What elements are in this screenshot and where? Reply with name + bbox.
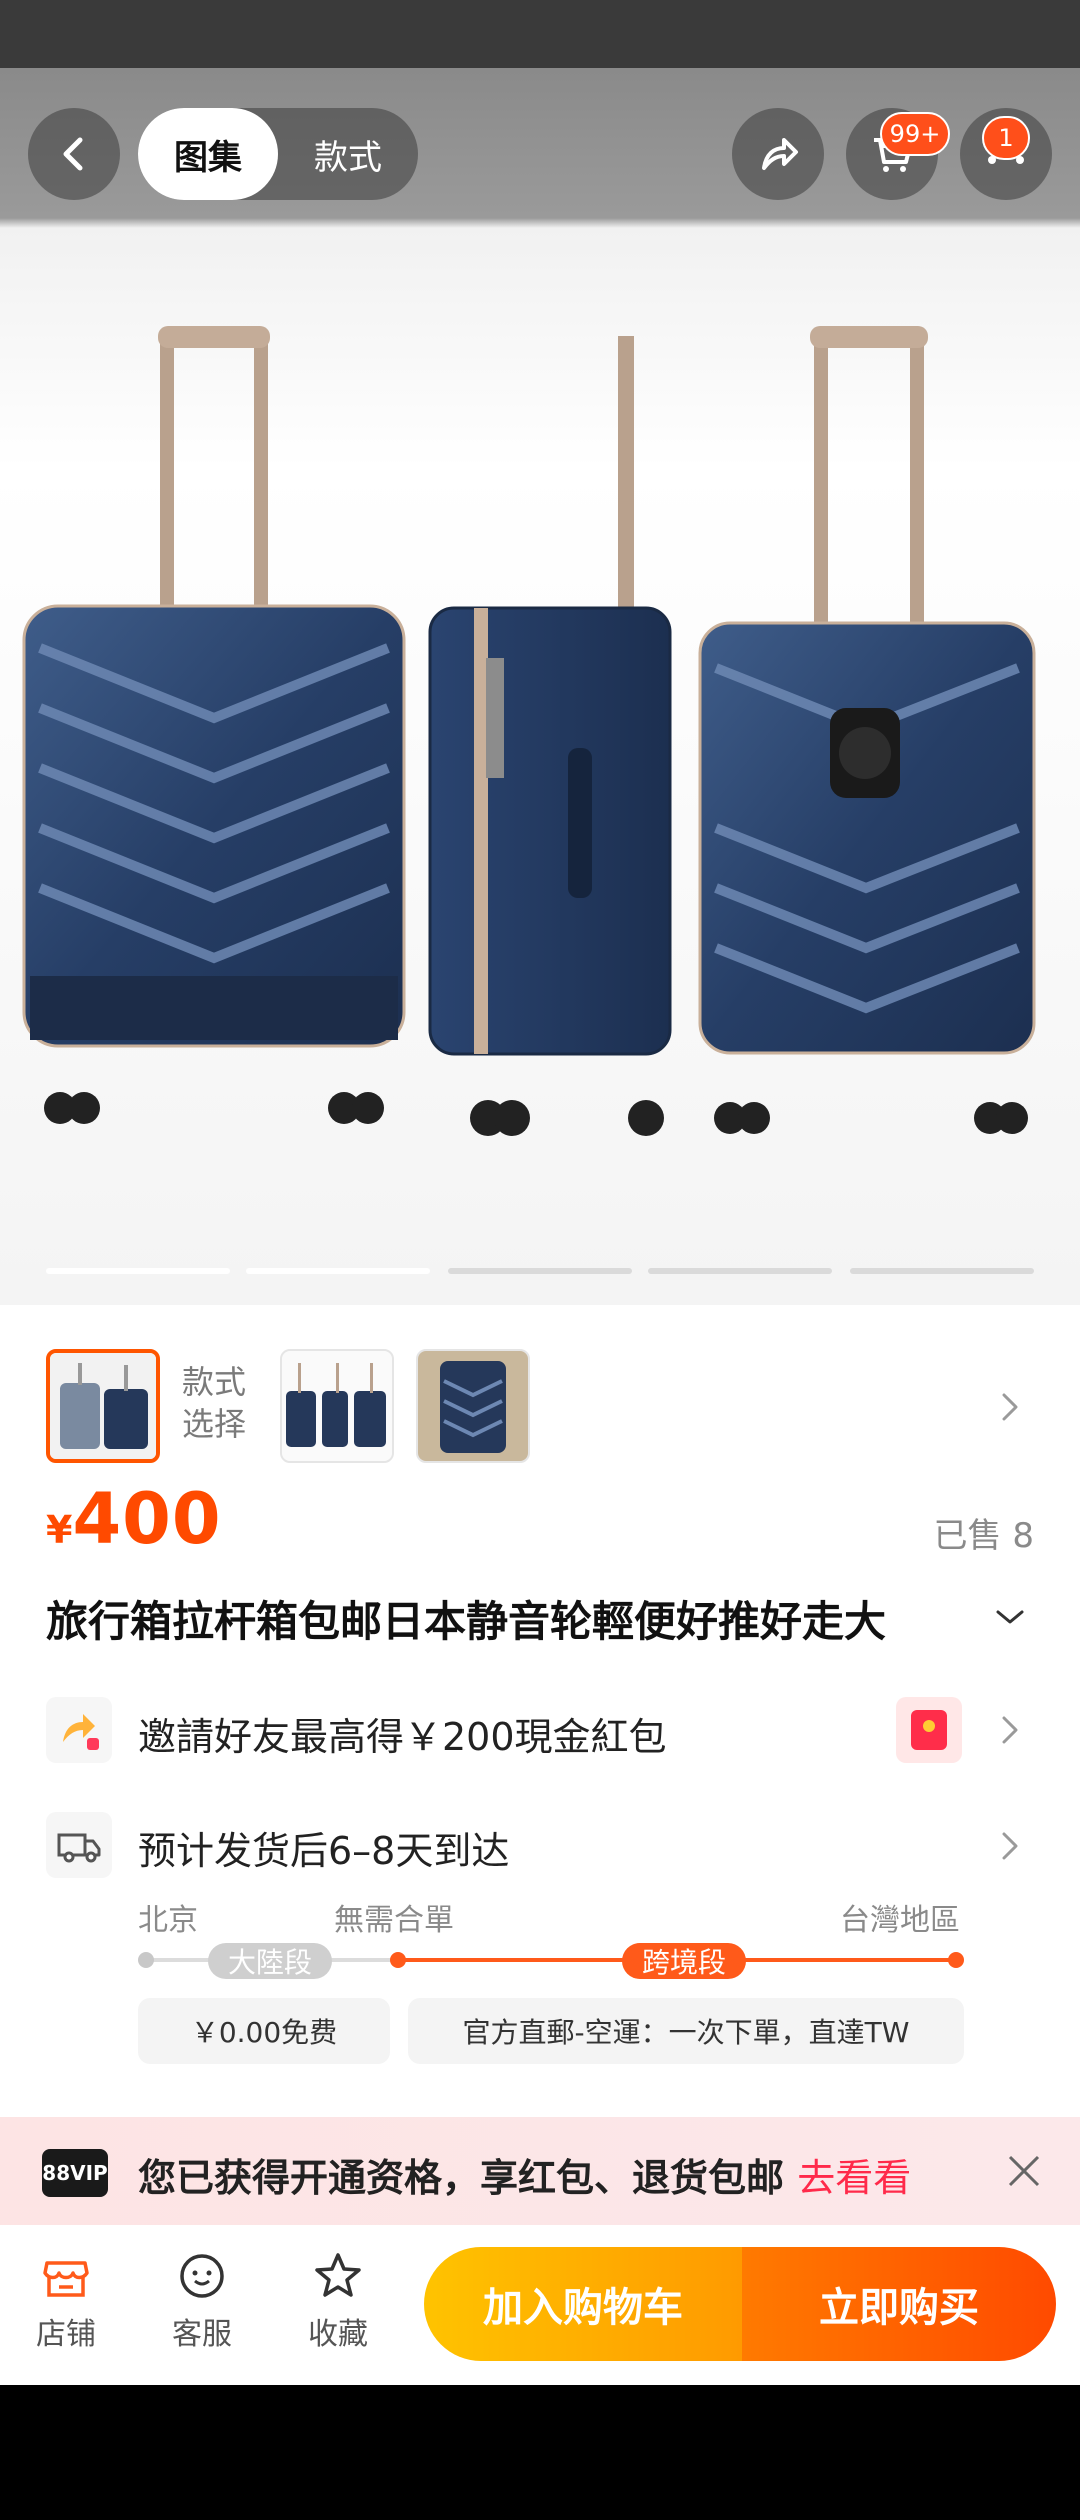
product-price: ¥400 [46,1478,222,1560]
service-label: 客服 [172,2317,232,2352]
gallery-indicator-4 [648,1268,832,1274]
suitcase-front [22,326,406,1124]
currency-symbol: ¥ [46,1508,73,1552]
chevron-right-icon[interactable] [990,1826,1030,1866]
vip-text: 您已获得开通资格，享红包、退货包邮 去看看 [138,2147,911,2202]
cart-count-badge: 99+ [880,112,950,156]
vip-cta-link[interactable]: 去看看 [797,2156,911,2200]
red-envelope-icon[interactable] [896,1697,962,1763]
gallery-tabs: 图集 款式 [138,108,418,200]
route-dot-origin [138,1952,154,1968]
share-button[interactable] [732,108,824,200]
style-select-label[interactable]: 款式 选择 [182,1361,262,1445]
invite-promo-text[interactable]: 邀請好友最高得￥200現金紅包 [138,1706,667,1761]
variant-thumb-2[interactable] [280,1349,394,1463]
route-dot-middle [390,1952,406,1968]
bottom-action-bar: 店铺 客服 收藏 加入购物车 立即购买 [0,2225,1080,2385]
favorite-button[interactable]: 收藏 [288,2249,388,2353]
segment-mainland: 大陸段 [208,1943,332,1979]
variant-thumb-3[interactable] [416,1349,530,1463]
price-value: 400 [72,1478,222,1560]
add-to-cart-button[interactable]: 加入购物车 [424,2247,742,2361]
store-icon [43,2261,89,2297]
vip-banner[interactable]: 88VIP 您已获得开通资格，享红包、退货包邮 去看看 [0,2117,1080,2225]
route-middle: 無需合單 [334,1903,454,1938]
buy-now-button[interactable]: 立即购买 [742,2247,1056,2361]
suitcase-product-image [22,326,1036,1136]
product-gallery[interactable] [0,68,1080,1305]
chat-face-icon [180,2254,224,2298]
gallery-indicator-1 [46,1268,230,1274]
chevron-left-icon [63,137,83,171]
suitcase-thumb-image [50,1353,156,1459]
system-nav-bar [0,2385,1080,2520]
close-icon[interactable] [1004,2151,1044,2191]
route-origin: 北京 [138,1903,198,1938]
fee-domestic: ￥0.00免费 [138,1998,390,2064]
status-bar [0,0,1080,68]
style-label-line1: 款式 [182,1363,247,1401]
vip-logo: 88VIP [42,2149,108,2197]
favorite-label: 收藏 [308,2317,368,2352]
suitcase-side [428,336,672,1136]
store-label: 店铺 [36,2317,96,2352]
truck-icon [46,1812,112,1878]
chevron-down-icon[interactable] [990,1598,1030,1638]
route-destination: 台灣地區 [840,1903,960,1938]
customer-service-button[interactable]: 客服 [152,2249,252,2353]
store-button[interactable]: 店铺 [16,2249,116,2353]
chevron-right-icon[interactable] [990,1387,1030,1427]
segment-crossborder: 跨境段 [622,1943,746,1979]
delivery-estimate[interactable]: 预计发货后6–8天到达 [138,1820,509,1875]
style-label-line2: 选择 [182,1405,247,1443]
product-title[interactable]: 旅行箱拉杆箱包邮日本静音轮輕便好推好走大 [46,1588,986,1649]
top-nav: 图集 款式 99+ 1 [0,68,1080,224]
gallery-indicator-2 [246,1268,430,1274]
star-icon [315,2253,361,2297]
route-dot-destination [948,1952,964,1968]
tab-gallery[interactable]: 图集 [138,108,278,200]
sold-count: 已售 8 [933,1516,1034,1556]
fee-crossborder: 官方直郵-空運：一次下單，直達TW [408,1998,964,2064]
tab-styles[interactable]: 款式 [278,108,418,200]
gallery-indicator-3 [448,1268,632,1274]
suitcase-thumb-image [282,1351,392,1461]
vip-message: 您已获得开通资格，享红包、退货包邮 [138,2156,785,2200]
chevron-right-icon[interactable] [990,1710,1030,1750]
invite-icon [46,1697,112,1763]
variant-thumb-1[interactable] [46,1349,160,1463]
gallery-indicator-5 [850,1268,1034,1274]
back-button[interactable] [28,108,120,200]
share-icon [762,138,798,170]
suitcase-thumb-image [418,1351,528,1461]
suitcase-back [698,326,1036,1134]
message-badge: 1 [982,116,1030,160]
